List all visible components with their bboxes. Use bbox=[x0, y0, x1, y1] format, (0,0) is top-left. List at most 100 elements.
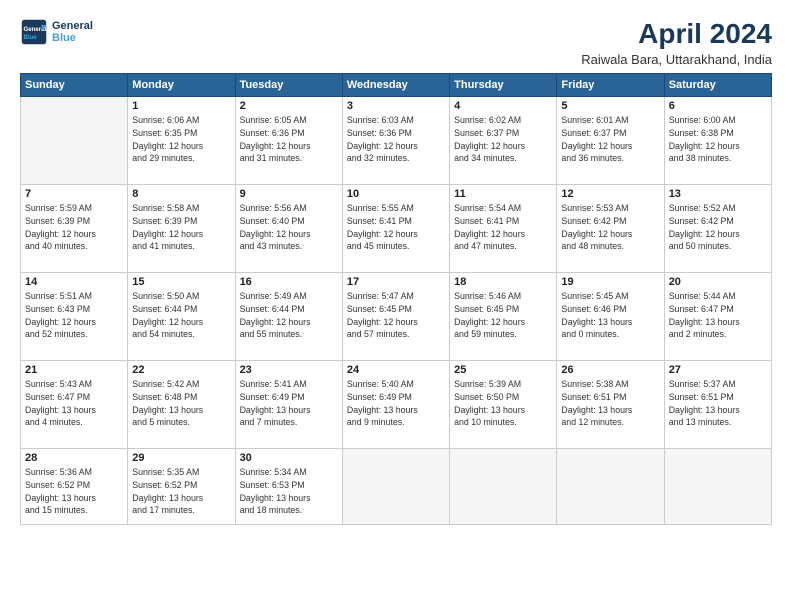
calendar-cell: 27 Sunrise: 5:37 AM Sunset: 6:51 PM Dayli… bbox=[664, 361, 771, 449]
day-number: 22 bbox=[132, 364, 230, 376]
logo-text: General Blue bbox=[52, 20, 93, 44]
day-number: 15 bbox=[132, 276, 230, 288]
day-number: 4 bbox=[454, 100, 552, 112]
day-number: 14 bbox=[25, 276, 123, 288]
day-number: 10 bbox=[347, 188, 445, 200]
day-number: 27 bbox=[669, 364, 767, 376]
day-number: 23 bbox=[240, 364, 338, 376]
calendar-cell: 9 Sunrise: 5:56 AM Sunset: 6:40 PM Daylig… bbox=[235, 185, 342, 273]
calendar-cell: 25 Sunrise: 5:39 AM Sunset: 6:50 PM Dayli… bbox=[450, 361, 557, 449]
location: Raiwala Bara, Uttarakhand, India bbox=[581, 52, 772, 67]
day-info: Sunrise: 6:06 AM Sunset: 6:35 PM Dayligh… bbox=[132, 114, 230, 165]
calendar-cell: 12 Sunrise: 5:53 AM Sunset: 6:42 PM Dayli… bbox=[557, 185, 664, 273]
weekday-header: Wednesday bbox=[342, 74, 449, 97]
day-info: Sunrise: 6:01 AM Sunset: 6:37 PM Dayligh… bbox=[561, 114, 659, 165]
calendar-cell: 7 Sunrise: 5:59 AM Sunset: 6:39 PM Daylig… bbox=[21, 185, 128, 273]
day-info: Sunrise: 5:39 AM Sunset: 6:50 PM Dayligh… bbox=[454, 378, 552, 429]
day-number: 11 bbox=[454, 188, 552, 200]
calendar-cell: 2Sunrise: 6:05 AM Sunset: 6:36 PM Daylig… bbox=[235, 97, 342, 185]
day-info: Sunrise: 5:36 AM Sunset: 6:52 PM Dayligh… bbox=[25, 466, 123, 517]
calendar: SundayMondayTuesdayWednesdayThursdayFrid… bbox=[20, 73, 772, 525]
day-number: 5 bbox=[561, 100, 659, 112]
day-info: Sunrise: 5:35 AM Sunset: 6:52 PM Dayligh… bbox=[132, 466, 230, 517]
day-info: Sunrise: 5:55 AM Sunset: 6:41 PM Dayligh… bbox=[347, 202, 445, 253]
day-info: Sunrise: 5:43 AM Sunset: 6:47 PM Dayligh… bbox=[25, 378, 123, 429]
day-info: Sunrise: 5:56 AM Sunset: 6:40 PM Dayligh… bbox=[240, 202, 338, 253]
week-row: 28Sunrise: 5:36 AM Sunset: 6:52 PM Dayli… bbox=[21, 449, 772, 525]
logo: General Blue General Blue bbox=[20, 18, 93, 46]
calendar-cell: 21 Sunrise: 5:43 AM Sunset: 6:47 PM Dayli… bbox=[21, 361, 128, 449]
day-number: 8 bbox=[132, 188, 230, 200]
day-number: 19 bbox=[561, 276, 659, 288]
month-title: April 2024 bbox=[581, 18, 772, 50]
week-row: 1 Sunrise: 6:06 AM Sunset: 6:35 PM Daylig… bbox=[21, 97, 772, 185]
calendar-cell: 23 Sunrise: 5:41 AM Sunset: 6:49 PM Dayli… bbox=[235, 361, 342, 449]
calendar-cell: 24Sunrise: 5:40 AM Sunset: 6:49 PM Dayli… bbox=[342, 361, 449, 449]
week-row: 7 Sunrise: 5:59 AM Sunset: 6:39 PM Daylig… bbox=[21, 185, 772, 273]
logo-icon: General Blue bbox=[20, 18, 48, 46]
day-info: Sunrise: 5:38 AM Sunset: 6:51 PM Dayligh… bbox=[561, 378, 659, 429]
day-info: Sunrise: 5:50 AM Sunset: 6:44 PM Dayligh… bbox=[132, 290, 230, 341]
day-info: Sunrise: 5:51 AM Sunset: 6:43 PM Dayligh… bbox=[25, 290, 123, 341]
day-number: 25 bbox=[454, 364, 552, 376]
day-info: Sunrise: 5:42 AM Sunset: 6:48 PM Dayligh… bbox=[132, 378, 230, 429]
day-number: 21 bbox=[25, 364, 123, 376]
calendar-cell: 11 Sunrise: 5:54 AM Sunset: 6:41 PM Dayli… bbox=[450, 185, 557, 273]
calendar-cell bbox=[664, 449, 771, 525]
day-info: Sunrise: 5:37 AM Sunset: 6:51 PM Dayligh… bbox=[669, 378, 767, 429]
day-number: 3 bbox=[347, 100, 445, 112]
calendar-cell: 26 Sunrise: 5:38 AM Sunset: 6:51 PM Dayli… bbox=[557, 361, 664, 449]
calendar-cell: 18Sunrise: 5:46 AM Sunset: 6:45 PM Dayli… bbox=[450, 273, 557, 361]
calendar-cell bbox=[557, 449, 664, 525]
day-number: 7 bbox=[25, 188, 123, 200]
day-info: Sunrise: 5:59 AM Sunset: 6:39 PM Dayligh… bbox=[25, 202, 123, 253]
day-number: 12 bbox=[561, 188, 659, 200]
day-number: 29 bbox=[132, 452, 230, 464]
day-info: Sunrise: 6:05 AM Sunset: 6:36 PM Dayligh… bbox=[240, 114, 338, 165]
day-number: 16 bbox=[240, 276, 338, 288]
day-info: Sunrise: 5:45 AM Sunset: 6:46 PM Dayligh… bbox=[561, 290, 659, 341]
svg-text:Blue: Blue bbox=[24, 34, 38, 41]
day-info: Sunrise: 6:00 AM Sunset: 6:38 PM Dayligh… bbox=[669, 114, 767, 165]
day-info: Sunrise: 5:47 AM Sunset: 6:45 PM Dayligh… bbox=[347, 290, 445, 341]
day-info: Sunrise: 5:53 AM Sunset: 6:42 PM Dayligh… bbox=[561, 202, 659, 253]
weekday-header-row: SundayMondayTuesdayWednesdayThursdayFrid… bbox=[21, 74, 772, 97]
calendar-cell: 4Sunrise: 6:02 AM Sunset: 6:37 PM Daylig… bbox=[450, 97, 557, 185]
calendar-cell: 13Sunrise: 5:52 AM Sunset: 6:42 PM Dayli… bbox=[664, 185, 771, 273]
calendar-cell: 10 Sunrise: 5:55 AM Sunset: 6:41 PM Dayli… bbox=[342, 185, 449, 273]
calendar-cell: 1 Sunrise: 6:06 AM Sunset: 6:35 PM Daylig… bbox=[128, 97, 235, 185]
day-number: 9 bbox=[240, 188, 338, 200]
week-row: 14 Sunrise: 5:51 AM Sunset: 6:43 PM Dayli… bbox=[21, 273, 772, 361]
weekday-header: Saturday bbox=[664, 74, 771, 97]
day-number: 30 bbox=[240, 452, 338, 464]
calendar-cell: 8 Sunrise: 5:58 AM Sunset: 6:39 PM Daylig… bbox=[128, 185, 235, 273]
calendar-cell: 28Sunrise: 5:36 AM Sunset: 6:52 PM Dayli… bbox=[21, 449, 128, 525]
day-info: Sunrise: 5:44 AM Sunset: 6:47 PM Dayligh… bbox=[669, 290, 767, 341]
calendar-cell: 15 Sunrise: 5:50 AM Sunset: 6:44 PM Dayli… bbox=[128, 273, 235, 361]
day-number: 1 bbox=[132, 100, 230, 112]
day-number: 20 bbox=[669, 276, 767, 288]
day-info: Sunrise: 5:41 AM Sunset: 6:49 PM Dayligh… bbox=[240, 378, 338, 429]
day-number: 24 bbox=[347, 364, 445, 376]
calendar-cell: 16 Sunrise: 5:49 AM Sunset: 6:44 PM Dayli… bbox=[235, 273, 342, 361]
day-info: Sunrise: 5:58 AM Sunset: 6:39 PM Dayligh… bbox=[132, 202, 230, 253]
calendar-cell bbox=[21, 97, 128, 185]
weekday-header: Thursday bbox=[450, 74, 557, 97]
week-row: 21 Sunrise: 5:43 AM Sunset: 6:47 PM Dayli… bbox=[21, 361, 772, 449]
page: General Blue General Blue April 2024 Rai… bbox=[0, 0, 792, 612]
calendar-cell: 22 Sunrise: 5:42 AM Sunset: 6:48 PM Dayli… bbox=[128, 361, 235, 449]
calendar-cell: 14 Sunrise: 5:51 AM Sunset: 6:43 PM Dayli… bbox=[21, 273, 128, 361]
calendar-cell: 29 Sunrise: 5:35 AM Sunset: 6:52 PM Dayli… bbox=[128, 449, 235, 525]
day-info: Sunrise: 5:49 AM Sunset: 6:44 PM Dayligh… bbox=[240, 290, 338, 341]
calendar-cell: 20 Sunrise: 5:44 AM Sunset: 6:47 PM Dayli… bbox=[664, 273, 771, 361]
title-block: April 2024 Raiwala Bara, Uttarakhand, In… bbox=[581, 18, 772, 67]
day-info: Sunrise: 5:54 AM Sunset: 6:41 PM Dayligh… bbox=[454, 202, 552, 253]
day-number: 17 bbox=[347, 276, 445, 288]
calendar-cell: 5 Sunrise: 6:01 AM Sunset: 6:37 PM Daylig… bbox=[557, 97, 664, 185]
day-info: Sunrise: 5:34 AM Sunset: 6:53 PM Dayligh… bbox=[240, 466, 338, 517]
calendar-cell bbox=[342, 449, 449, 525]
calendar-cell bbox=[450, 449, 557, 525]
day-number: 26 bbox=[561, 364, 659, 376]
calendar-cell: 30 Sunrise: 5:34 AM Sunset: 6:53 PM Dayli… bbox=[235, 449, 342, 525]
day-number: 18 bbox=[454, 276, 552, 288]
